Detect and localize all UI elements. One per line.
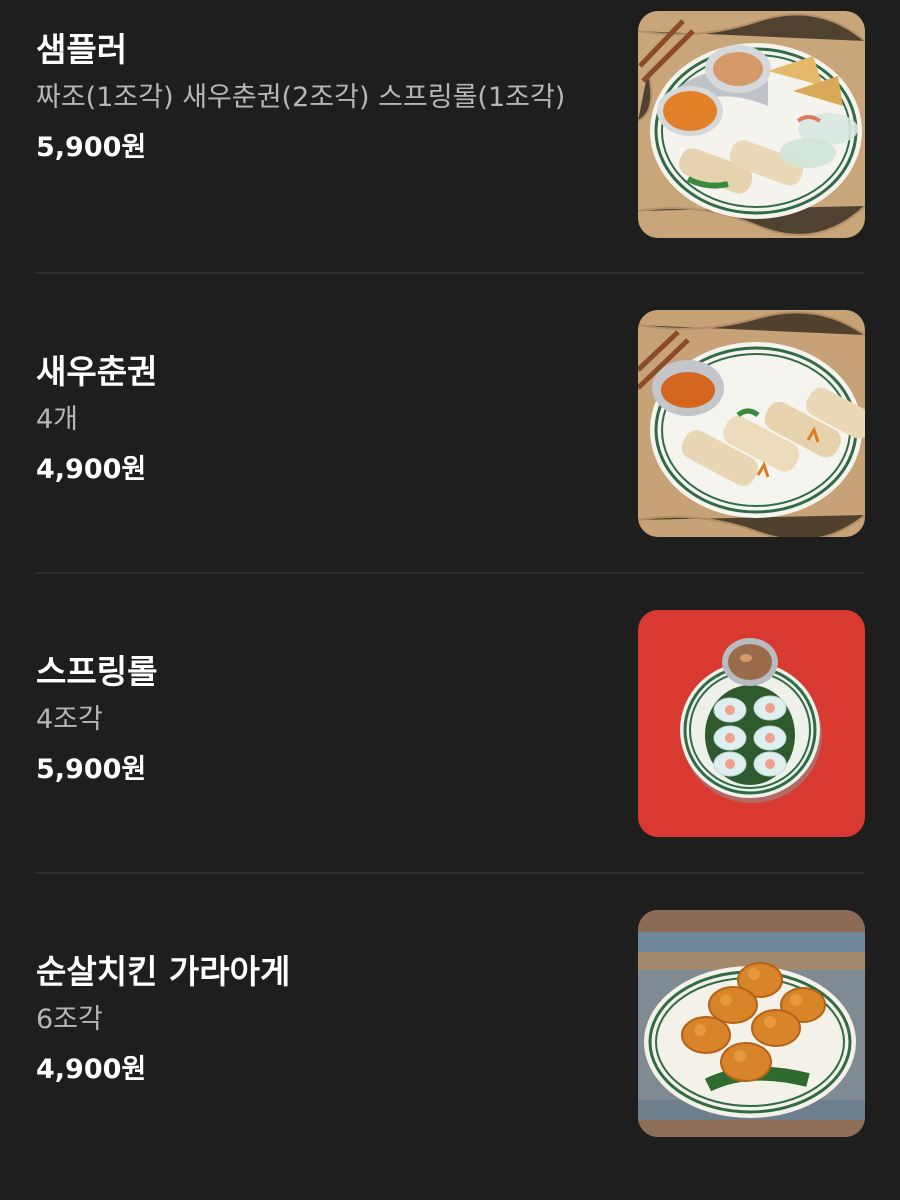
- boneless-chicken-karaage-photo[interactable]: [638, 910, 865, 1137]
- menu-item-sampler[interactable]: 샘플러 짜조(1조각) 새우춘권(2조각) 스프링롤(1조각) 5,900원: [0, 0, 900, 300]
- menu-item-spring-roll[interactable]: 스프링롤 4조각 5,900원: [0, 600, 900, 900]
- menu-item-name: 샘플러: [36, 30, 128, 69]
- menu-item-description: 6조각: [36, 1004, 103, 1035]
- menu-item-text: 새우춘권 4개 4,900원: [36, 350, 596, 492]
- menu-item-description: 4개: [36, 404, 79, 435]
- menu-item-name: 새우춘권: [36, 352, 158, 391]
- menu-item-text: 스프링롤 4조각 5,900원: [36, 650, 596, 792]
- shrimp-spring-roll-photo[interactable]: [638, 310, 865, 537]
- divider: [35, 572, 865, 574]
- menu-item-description: 4조각: [36, 704, 103, 735]
- menu-item-shrimp-spring-roll[interactable]: 새우춘권 4개 4,900원: [0, 300, 900, 600]
- menu-list: 샘플러 짜조(1조각) 새우춘권(2조각) 스프링롤(1조각) 5,900원 새…: [0, 0, 900, 1167]
- menu-item-name: 스프링롤: [36, 652, 158, 691]
- menu-item-chicken-karaage[interactable]: 순살치킨 가라아게 6조각 4,900원: [0, 900, 900, 1200]
- menu-item-price: 4,900원: [36, 454, 147, 485]
- menu-item-price: 5,900원: [36, 754, 147, 785]
- divider: [35, 872, 865, 874]
- menu-item-text: 샘플러 짜조(1조각) 새우춘권(2조각) 스프링롤(1조각) 5,900원: [36, 28, 596, 170]
- divider: [35, 272, 865, 274]
- menu-item-name: 순살치킨 가라아게: [36, 952, 291, 991]
- fresh-spring-roll-photo[interactable]: [638, 610, 865, 837]
- menu-item-price: 5,900원: [36, 132, 147, 163]
- menu-item-text: 순살치킨 가라아게 6조각 4,900원: [36, 950, 596, 1092]
- sampler-platter-photo[interactable]: [638, 11, 865, 238]
- menu-item-price: 4,900원: [36, 1054, 147, 1085]
- menu-item-description: 짜조(1조각) 새우춘권(2조각) 스프링롤(1조각): [36, 82, 566, 113]
